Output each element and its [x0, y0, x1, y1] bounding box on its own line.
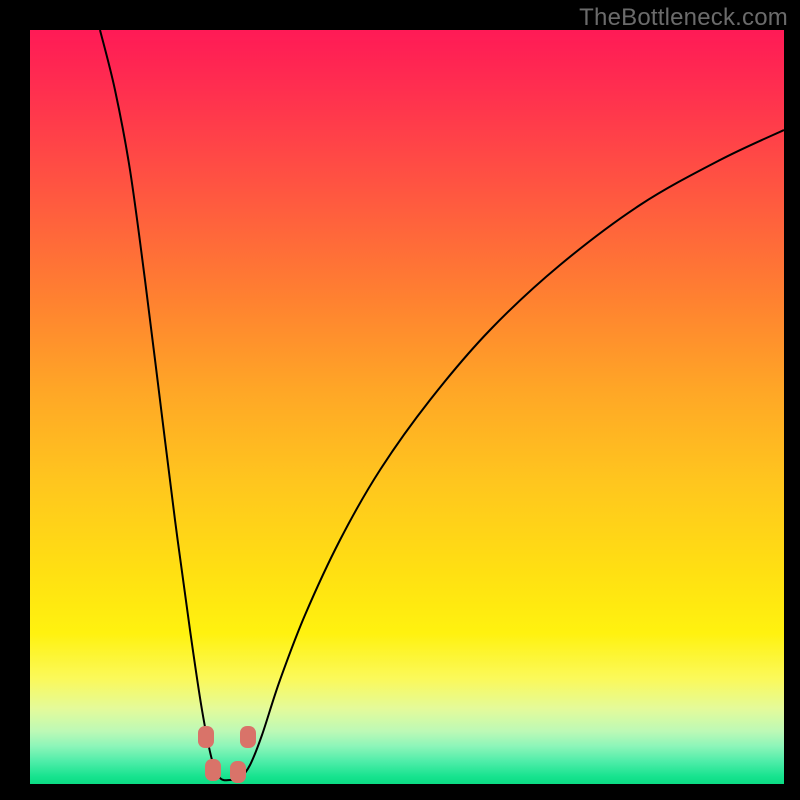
chart-plot-area	[30, 30, 784, 784]
curve-marker	[198, 726, 214, 748]
watermark-text: TheBottleneck.com	[579, 4, 788, 32]
curve-marker	[240, 726, 256, 748]
curve-marker	[230, 761, 246, 783]
curve-marker	[205, 759, 221, 781]
bottleneck-curve	[30, 30, 784, 784]
